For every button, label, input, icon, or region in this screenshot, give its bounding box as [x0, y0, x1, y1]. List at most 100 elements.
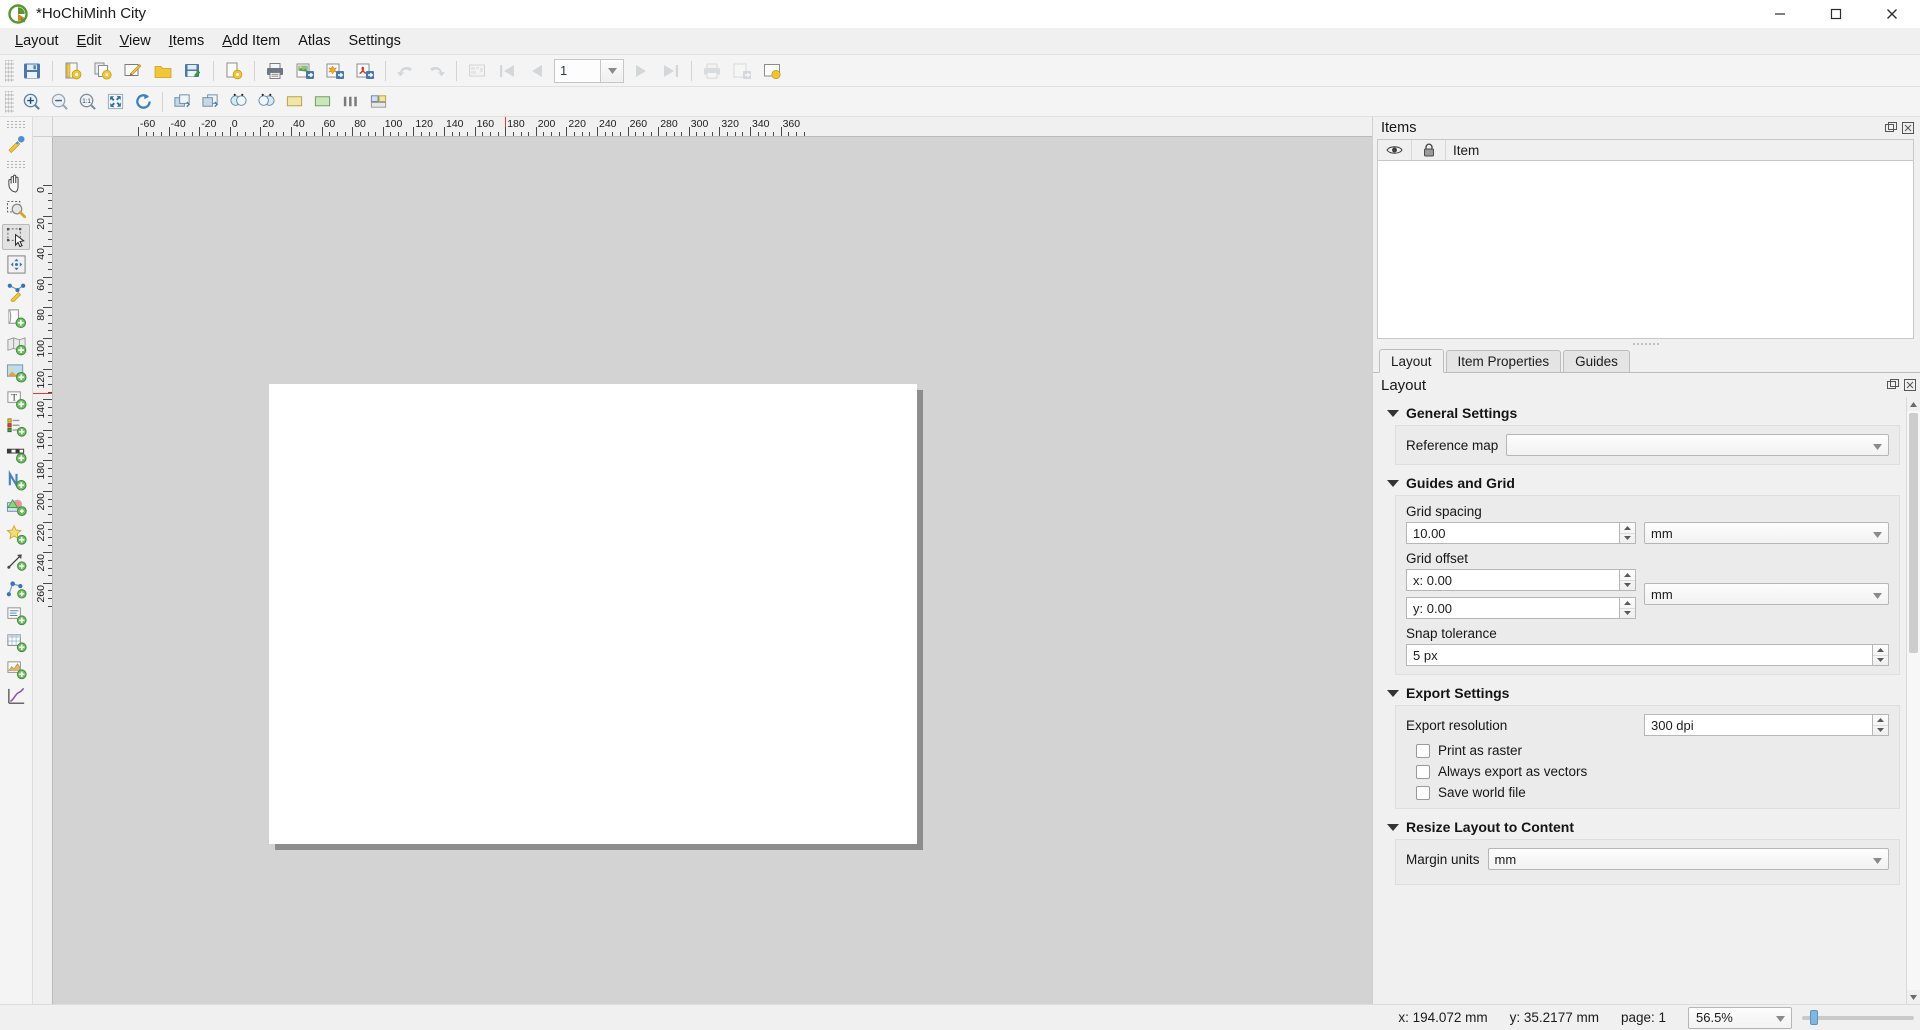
atlas-settings-icon[interactable]	[757, 58, 787, 84]
snap-tolerance-value[interactable]: 5 px	[1406, 644, 1872, 666]
add-legend-icon[interactable]	[2, 413, 30, 439]
menu-items[interactable]: Items	[160, 30, 213, 52]
spinner-buttons[interactable]	[1619, 522, 1636, 544]
atlas-last-icon[interactable]	[656, 58, 686, 84]
atlas-first-icon[interactable]	[492, 58, 522, 84]
zoom-actual-icon[interactable]: 1:1	[73, 90, 101, 114]
tab-item-properties[interactable]: Item Properties	[1445, 350, 1562, 372]
grid-spacing-spinbox[interactable]: 10.00	[1406, 522, 1636, 544]
add-scalebar-icon[interactable]	[2, 440, 30, 466]
spin-down-icon[interactable]	[1873, 656, 1888, 666]
add-attribute-table-icon[interactable]	[2, 629, 30, 655]
chevron-down-icon[interactable]	[600, 58, 624, 83]
group-guides-and-grid[interactable]: Guides and Grid	[1379, 469, 1906, 495]
add-page-icon[interactable]	[2, 305, 30, 331]
undock-icon[interactable]	[1886, 379, 1899, 392]
undock-icon[interactable]	[1884, 122, 1897, 135]
export-image-icon[interactable]	[290, 58, 320, 84]
layout-page[interactable]	[269, 384, 917, 844]
spin-up-icon[interactable]	[1873, 715, 1888, 726]
menu-add-item[interactable]: Add Item	[213, 30, 289, 52]
move-item-content-icon[interactable]	[2, 251, 30, 277]
lower-items-icon[interactable]	[196, 90, 224, 114]
atlas-prev-icon[interactable]	[522, 58, 552, 84]
add-marker-icon[interactable]	[2, 521, 30, 547]
add-north-arrow-icon[interactable]	[2, 467, 30, 493]
atlas-next-icon[interactable]	[626, 58, 656, 84]
toolbar-grip[interactable]	[6, 120, 26, 128]
spinner-buttons[interactable]	[1872, 644, 1889, 666]
bring-front-icon[interactable]	[224, 90, 252, 114]
spin-up-icon[interactable]	[1620, 523, 1635, 534]
menu-settings[interactable]: Settings	[339, 30, 409, 52]
align-left-icon[interactable]	[280, 90, 308, 114]
always-export-vectors-row[interactable]: Always export as vectors	[1406, 764, 1889, 779]
undo-icon[interactable]	[391, 58, 421, 84]
scrollbar-track[interactable]	[1907, 411, 1920, 990]
export-resolution-spinbox[interactable]: 300 dpi	[1644, 714, 1889, 736]
eye-icon[interactable]	[1378, 140, 1412, 160]
menu-view[interactable]: View	[111, 30, 160, 52]
atlas-export-image-icon[interactable]	[727, 58, 757, 84]
spin-down-icon[interactable]	[1620, 534, 1635, 544]
edit-nodes-icon[interactable]	[2, 278, 30, 304]
print-as-raster-checkbox[interactable]	[1416, 743, 1430, 758]
vertical-ruler[interactable]: 0 20 40 60 80 100 120 140 160 180 200 220 240 260	[33, 137, 53, 1004]
spin-up-icon[interactable]	[1873, 645, 1888, 656]
menu-edit[interactable]: Edit	[68, 30, 111, 52]
chevron-down-icon[interactable]	[1387, 823, 1399, 831]
menu-layout[interactable]: LLayoutayout	[6, 30, 68, 52]
snap-tolerance-spinbox[interactable]: 5 px	[1406, 644, 1889, 666]
grid-offset-y-value[interactable]: y: 0.00	[1406, 597, 1619, 619]
toolbar-grip[interactable]	[5, 90, 14, 113]
add-picture-icon[interactable]	[2, 359, 30, 385]
spin-down-icon[interactable]	[1873, 726, 1888, 736]
group-export-settings[interactable]: Export Settings	[1379, 679, 1906, 705]
save-world-file-checkbox[interactable]	[1416, 785, 1430, 800]
open-template-icon[interactable]	[148, 58, 178, 84]
layout-canvas[interactable]	[53, 137, 1372, 1004]
atlas-preview-icon[interactable]	[462, 58, 492, 84]
save-project-icon[interactable]	[17, 58, 47, 84]
grid-offset-unit-combo[interactable]: mm	[1644, 583, 1889, 605]
redo-icon[interactable]	[421, 58, 451, 84]
add-arrow-icon[interactable]	[2, 548, 30, 574]
always-export-vectors-checkbox[interactable]	[1416, 764, 1430, 779]
add-map-icon[interactable]	[2, 332, 30, 358]
align-right-icon[interactable]	[308, 90, 336, 114]
spinner-buttons[interactable]	[1619, 569, 1636, 591]
edit-nodes-top-icon[interactable]	[2, 130, 30, 156]
items-list[interactable]	[1377, 161, 1914, 339]
zoom-full-icon[interactable]	[101, 90, 129, 114]
layout-manager-icon[interactable]	[118, 58, 148, 84]
layout-properties-icon[interactable]	[219, 58, 249, 84]
items-column-header[interactable]: Item	[1446, 140, 1913, 160]
grid-spacing-unit-combo[interactable]: mm	[1644, 522, 1889, 544]
reference-map-combo[interactable]	[1506, 434, 1889, 456]
toolbar-grip[interactable]	[5, 59, 14, 82]
new-layout-icon[interactable]	[58, 58, 88, 84]
tab-layout[interactable]: Layout	[1379, 349, 1444, 373]
send-back-icon[interactable]	[252, 90, 280, 114]
zoom-in-icon[interactable]	[17, 90, 45, 114]
print-icon[interactable]	[260, 58, 290, 84]
minimize-button[interactable]	[1752, 0, 1808, 28]
zoom-level-combo[interactable]: 56.5%	[1688, 1006, 1792, 1029]
ungroup-items-icon[interactable]	[364, 90, 392, 114]
zoom-slider[interactable]	[1802, 1010, 1914, 1026]
slider-handle[interactable]	[1810, 1010, 1818, 1025]
spinner-buttons[interactable]	[1619, 597, 1636, 619]
save-template-icon[interactable]	[178, 58, 208, 84]
chevron-down-icon[interactable]	[1387, 479, 1399, 487]
toolbar-grip[interactable]	[6, 160, 26, 168]
grid-offset-x-value[interactable]: x: 0.00	[1406, 569, 1619, 591]
zoom-tool-icon[interactable]	[2, 197, 30, 223]
layout-panel-scrollbar[interactable]	[1906, 397, 1920, 1004]
close-button[interactable]	[1864, 0, 1920, 28]
grid-spacing-value[interactable]: 10.00	[1406, 522, 1619, 544]
slider-track[interactable]	[1802, 1015, 1914, 1020]
atlas-print-icon[interactable]	[697, 58, 727, 84]
atlas-page-input[interactable]	[554, 58, 600, 83]
add-shape-icon[interactable]	[2, 494, 30, 520]
add-chart-icon[interactable]	[2, 683, 30, 709]
